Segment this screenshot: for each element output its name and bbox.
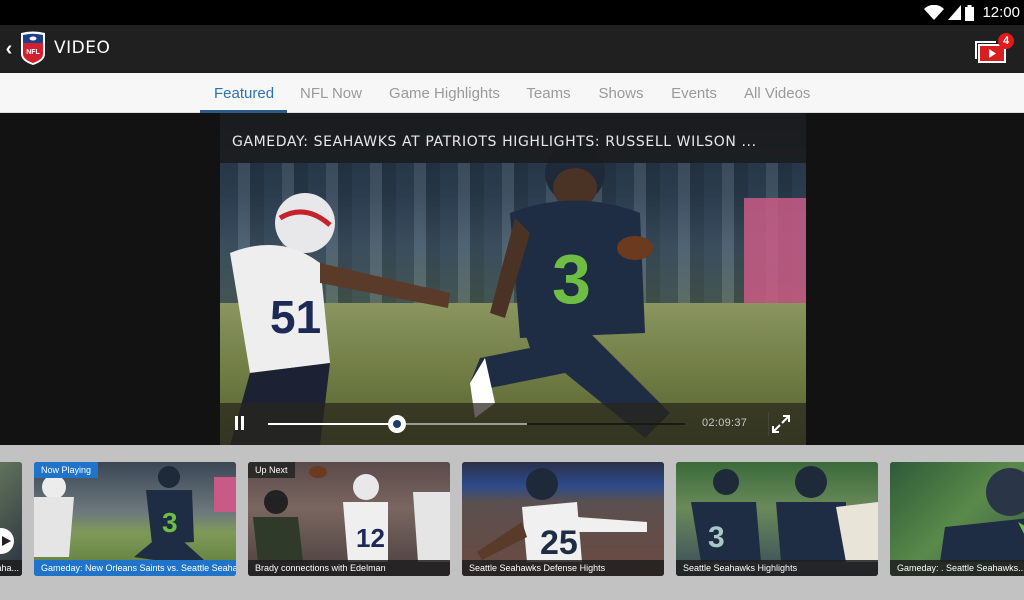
status-bar: 12:00 (0, 0, 1024, 25)
tab-featured[interactable]: Featured (200, 73, 287, 113)
svg-text:3: 3 (552, 240, 591, 318)
battery-icon (965, 4, 975, 21)
video-card[interactable]: 3 Seattle Seahawks Highlights (676, 462, 878, 576)
video-title-bar: GAMEDAY: SEAHAWKS AT PATRIOTS HIGHLIGHTS… (220, 113, 806, 163)
category-tabs: Featured NFL Now Game Highlights Teams S… (0, 73, 1024, 113)
svg-text:25: 25 (540, 524, 578, 562)
now-playing-badge: Now Playing (34, 462, 99, 478)
video-frame-banner (744, 198, 806, 308)
tab-shows[interactable]: Shows (598, 73, 644, 113)
back-button[interactable]: ‹ (2, 36, 16, 62)
video-card[interactable]: 25 Seattle Seahawks Defense Hights (462, 462, 664, 576)
status-icons: 12:00 (924, 3, 1020, 22)
seek-bar[interactable] (268, 415, 685, 433)
video-title: GAMEDAY: SEAHAWKS AT PATRIOTS HIGHLIGHTS… (232, 134, 757, 150)
player-stage: 51 3 GAMEDAY: SEAHAWKS AT PATRIOTS HIGHL… (0, 113, 1024, 445)
wifi-icon (924, 5, 945, 20)
action-bar: ‹ NFL VIDEO 4 (0, 25, 1024, 73)
fullscreen-icon (772, 415, 790, 433)
tab-all-videos[interactable]: All Videos (744, 73, 810, 113)
video-thumbnail: 3 (676, 462, 878, 576)
tab-events[interactable]: Events (671, 73, 717, 113)
video-thumbnail: 12 (248, 462, 450, 576)
video-thumbnail (0, 462, 22, 576)
video-carousel: ...aha... 3 Now Playing Gameday: New Orl… (0, 445, 1024, 600)
svg-text:3: 3 (708, 521, 725, 554)
up-next-badge: Up Next (248, 462, 295, 478)
video-card[interactable]: ...aha... (0, 462, 22, 576)
video-card-caption: Gameday: New Orleans Saints vs. Seattle … (34, 560, 236, 576)
video-card-now-playing[interactable]: 3 Now Playing Gameday: New Orleans Saint… (34, 462, 236, 576)
video-card-caption: Seattle Seahawks Highlights (676, 560, 878, 576)
playback-time: 02:09:37 (702, 417, 748, 429)
svg-text:3: 3 (162, 507, 178, 538)
video-card-caption: ...aha... (0, 560, 22, 576)
tab-teams[interactable]: Teams (526, 73, 571, 113)
video-thumbnail: 3 (34, 462, 236, 576)
video-player[interactable]: 51 3 GAMEDAY: SEAHAWKS AT PATRIOTS HIGHL… (220, 113, 806, 445)
seek-thumb[interactable] (388, 415, 407, 433)
clock: 12:00 (982, 4, 1020, 21)
video-card-up-next[interactable]: 12 Up Next Brady connections with Edelma… (248, 462, 450, 576)
signal-icon (948, 5, 962, 20)
video-card-caption: Seattle Seahawks Defense Hights (462, 560, 664, 576)
video-thumbnail: 25 (462, 462, 664, 576)
svg-text:12: 12 (356, 523, 385, 553)
video-card-caption: Brady connections with Edelman (248, 560, 450, 576)
queue-count-badge: 4 (998, 33, 1014, 49)
pause-icon (235, 416, 238, 430)
pause-icon-bar (241, 416, 244, 430)
svg-text:NFL: NFL (26, 49, 40, 56)
video-queue-button[interactable]: 4 (970, 33, 1016, 67)
seek-played (268, 423, 398, 425)
chevron-left-icon: ‹ (5, 38, 13, 60)
svg-text:51: 51 (270, 291, 321, 343)
video-card[interactable]: Gameday: . Seattle Seahawks... (890, 462, 1024, 576)
video-thumbnail (890, 462, 1024, 576)
player-controls: 02:09:37 (220, 403, 806, 445)
tab-nfl-now[interactable]: NFL Now (300, 73, 362, 113)
app-title: VIDEO (54, 38, 111, 58)
fullscreen-button[interactable] (768, 412, 792, 436)
pause-button[interactable] (234, 416, 246, 430)
tab-game-highlights[interactable]: Game Highlights (389, 73, 500, 113)
nfl-logo[interactable]: NFL (19, 30, 47, 65)
video-frame-player-seahawks: 3 (470, 143, 670, 438)
video-card-caption: Gameday: . Seattle Seahawks... (890, 560, 1024, 576)
